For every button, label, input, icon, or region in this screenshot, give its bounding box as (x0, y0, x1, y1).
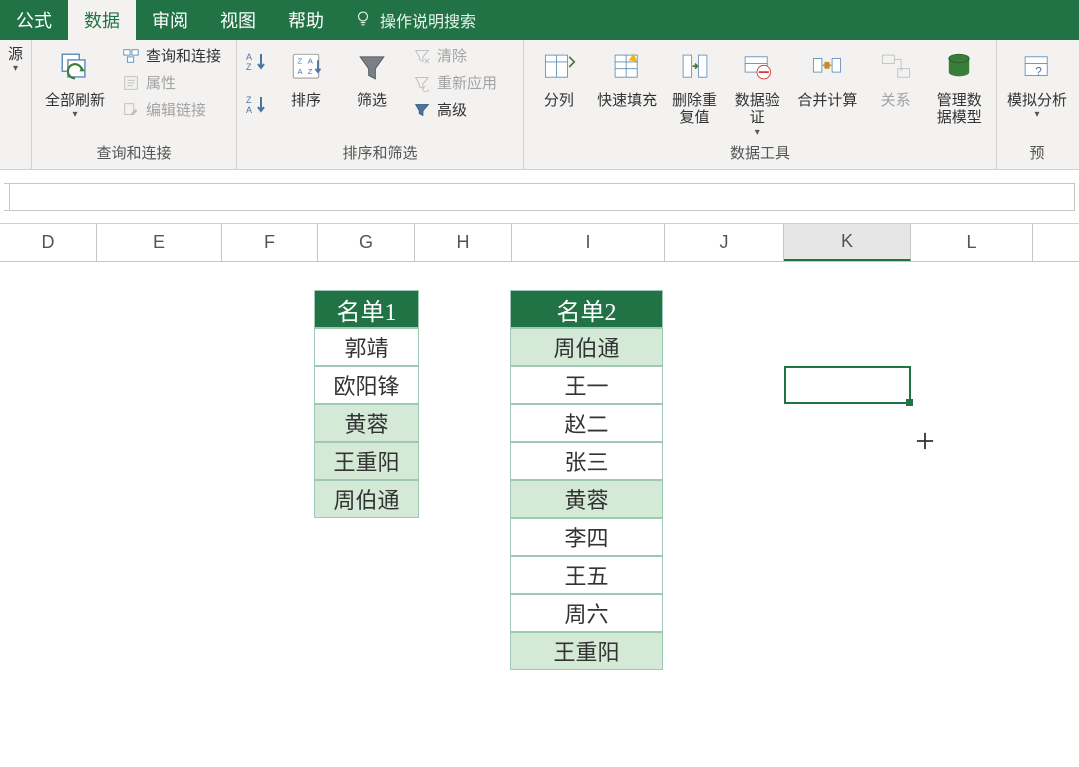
formula-input[interactable] (10, 183, 1075, 211)
cell[interactable]: 王五 (510, 556, 663, 594)
fill-handle[interactable] (906, 399, 913, 406)
cell[interactable]: 名单2 (510, 290, 663, 328)
cell[interactable]: 王一 (510, 366, 663, 404)
remove-duplicates-button[interactable]: 删除重复值 (669, 44, 721, 127)
column-header-L[interactable]: L (911, 224, 1033, 261)
column-header-row: DEFGHIJKL (0, 224, 1079, 262)
sort-asc-button[interactable]: AZ (245, 50, 269, 79)
ribbon-group-forecast-label: 预 (1005, 140, 1069, 167)
cell[interactable]: 黄蓉 (510, 480, 663, 518)
data-validation-button[interactable]: 数据验证 ▾ (728, 44, 785, 138)
tab-view[interactable]: 视图 (204, 0, 272, 40)
cell[interactable]: 王重阳 (510, 632, 663, 670)
text-to-columns-button[interactable]: 分列 (532, 44, 586, 109)
properties-icon (122, 74, 140, 92)
column-header-I[interactable]: I (512, 224, 665, 261)
edit-links-button: 编辑链接 (118, 98, 225, 121)
manage-data-model-button[interactable]: 管理数据模型 (931, 44, 988, 127)
cell[interactable]: 欧阳锋 (314, 366, 419, 404)
filter-button[interactable]: 筛选 (343, 44, 401, 109)
cell[interactable]: 名单1 (314, 290, 419, 328)
relationships-button: 关系 (869, 44, 923, 109)
cell[interactable]: 张三 (510, 442, 663, 480)
tell-me-label: 操作说明搜索 (380, 8, 476, 32)
tab-review[interactable]: 审阅 (136, 0, 204, 40)
source-button[interactable]: 源 ▾ (4, 44, 28, 74)
ribbon-group-forecast: ? 模拟分析 ▾ 预 (997, 40, 1077, 169)
cell-cursor-icon (916, 432, 934, 454)
clear-icon (413, 47, 431, 65)
svg-text:Z: Z (308, 67, 313, 76)
reapply-icon (413, 74, 431, 92)
cell-selection (784, 366, 911, 404)
cell[interactable]: 王重阳 (314, 442, 419, 480)
column-header-E[interactable]: E (97, 224, 222, 261)
column-header-G[interactable]: G (318, 224, 415, 261)
tab-data[interactable]: 数据 (68, 0, 136, 40)
ribbon-group-data-tools-label: 数据工具 (532, 140, 988, 167)
svg-text:A: A (308, 57, 314, 66)
svg-text:Z: Z (298, 57, 303, 66)
queries-connections-button[interactable]: 查询和连接 (118, 44, 225, 67)
menu-bar: 公式 数据 审阅 视图 帮助 操作说明搜索 (0, 0, 1079, 40)
column-header-J[interactable]: J (665, 224, 784, 261)
cell[interactable]: 周伯通 (314, 480, 419, 518)
cell[interactable]: 黄蓉 (314, 404, 419, 442)
svg-text:A: A (246, 105, 252, 115)
cell[interactable]: 周伯通 (510, 328, 663, 366)
svg-text:Z: Z (246, 62, 252, 72)
flash-fill-button[interactable]: 快速填充 (594, 44, 661, 109)
tab-help[interactable]: 帮助 (272, 0, 340, 40)
ribbon-group-source: 源 ▾ (0, 40, 32, 169)
cell[interactable]: 郭靖 (314, 328, 419, 366)
tab-formula[interactable]: 公式 (0, 0, 68, 40)
cell[interactable]: 周六 (510, 594, 663, 632)
properties-button: 属性 (118, 71, 225, 94)
cell[interactable]: 李四 (510, 518, 663, 556)
ribbon: 源 ▾ 全部刷新 ▾ (0, 40, 1079, 170)
svg-text:A: A (246, 52, 252, 62)
edit-links-icon (122, 101, 140, 119)
reapply-button: 重新应用 (409, 71, 501, 94)
column-header-F[interactable]: F (222, 224, 318, 261)
column-header-K[interactable]: K (784, 224, 911, 261)
whatif-button[interactable]: ? 模拟分析 ▾ (1005, 44, 1069, 120)
advanced-icon (413, 101, 431, 119)
ribbon-group-sort-filter: AZ ZA ZAAZ 排序 筛选 清 (237, 40, 524, 169)
clear-filter-button: 清除 (409, 44, 501, 67)
svg-text:A: A (298, 67, 304, 76)
bulb-icon (354, 9, 372, 32)
svg-text:?: ? (1035, 65, 1042, 79)
tell-me-search[interactable]: 操作说明搜索 (340, 0, 490, 40)
ribbon-group-query-label: 查询和连接 (40, 140, 228, 167)
svg-text:Z: Z (246, 95, 252, 105)
queries-icon (122, 47, 140, 65)
ribbon-group-sort-filter-label: 排序和筛选 (245, 140, 515, 167)
ribbon-group-data-tools: 分列 快速填充 删除重复值 数据验证 ▾ 合并计算 关系 (524, 40, 997, 169)
column-header-D[interactable]: D (0, 224, 97, 261)
cell[interactable]: 赵二 (510, 404, 663, 442)
refresh-all-button[interactable]: 全部刷新 ▾ (40, 44, 110, 120)
advanced-filter-button[interactable]: 高级 (409, 98, 501, 121)
formula-bar (0, 170, 1079, 224)
column-header-H[interactable]: H (415, 224, 512, 261)
sort-desc-button[interactable]: ZA (245, 93, 269, 122)
consolidate-button[interactable]: 合并计算 (794, 44, 861, 109)
sort-button[interactable]: ZAAZ 排序 (277, 44, 335, 109)
ribbon-group-query: 全部刷新 ▾ 查询和连接 属性 (32, 40, 237, 169)
